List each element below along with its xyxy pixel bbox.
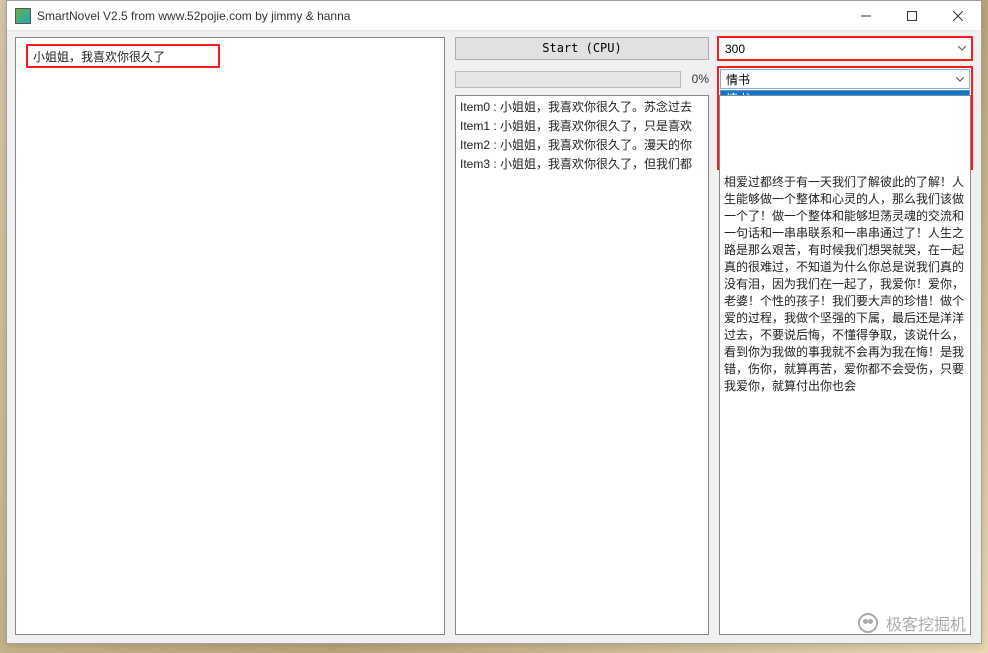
- close-button[interactable]: [935, 1, 981, 31]
- progress-percent: 0%: [687, 72, 709, 86]
- app-window: SmartNovel V2.5 from www.52pojie.com by …: [6, 0, 982, 644]
- minimize-button[interactable]: [843, 1, 889, 31]
- chevron-down-icon: [951, 70, 969, 88]
- list-item[interactable]: Item1 : 小姐姐，我喜欢你很久了，只是喜欢: [460, 117, 704, 136]
- progress-bar: [455, 71, 681, 88]
- list-item[interactable]: Item3 : 小姐姐，我喜欢你很久了，但我们都: [460, 155, 704, 174]
- output-text: 相爱过都终于有一天我们了解彼此的了解！人生能够做一个整体和心灵的人，那么我们该做…: [724, 98, 966, 395]
- content-area: 小姐姐，我喜欢你很久了 Start (CPU) 300 0% 情书 情书 金融: [7, 31, 981, 643]
- list-item[interactable]: Item0 : 小姐姐，我喜欢你很久了。苏念过去: [460, 98, 704, 117]
- category-dropdown-value: 情书: [721, 71, 951, 88]
- output-text-panel[interactable]: 相爱过都终于有一天我们了解彼此的了解！人生能够做一个整体和心灵的人，那么我们该做…: [719, 95, 971, 635]
- results-list-panel[interactable]: Item0 : 小姐姐，我喜欢你很久了。苏念过去 Item1 : 小姐姐，我喜欢…: [455, 95, 709, 635]
- count-dropdown[interactable]: 300: [717, 36, 973, 61]
- count-dropdown-value: 300: [719, 42, 953, 56]
- app-icon: [15, 8, 31, 24]
- titlebar[interactable]: SmartNovel V2.5 from www.52pojie.com by …: [7, 1, 981, 31]
- progress-row: 0%: [455, 69, 709, 89]
- maximize-button[interactable]: [889, 1, 935, 31]
- prompt-input[interactable]: 小姐姐，我喜欢你很久了: [26, 44, 220, 68]
- window-title: SmartNovel V2.5 from www.52pojie.com by …: [37, 9, 843, 23]
- start-button[interactable]: Start (CPU): [455, 37, 709, 60]
- category-dropdown-selected[interactable]: 情书: [720, 69, 970, 89]
- list-item[interactable]: Item2 : 小姐姐，我喜欢你很久了。漫天的你: [460, 136, 704, 155]
- chevron-down-icon: [953, 38, 971, 59]
- left-panel: 小姐姐，我喜欢你很久了: [15, 37, 445, 635]
- window-controls: [843, 1, 981, 30]
